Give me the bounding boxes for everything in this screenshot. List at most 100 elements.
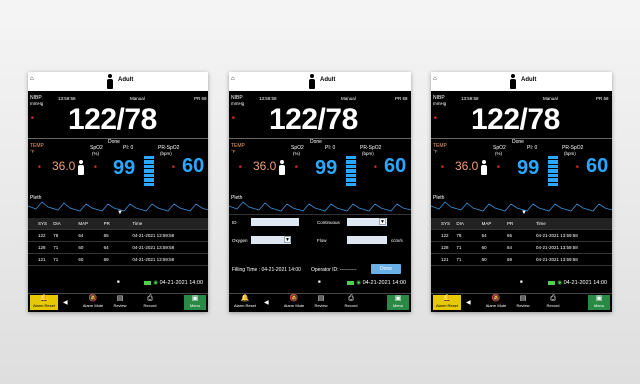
table-row[interactable]: 121 71 60 69 04-21-2021 13:59:58 [28, 254, 208, 266]
cell-map: 60 [481, 257, 487, 262]
table-row[interactable]: 121 71 60 69 04-21-2021 13:59:58 [431, 254, 612, 266]
cell-time: 04-21-2021 13:59:58 [132, 257, 175, 262]
top-bar: ⌂ Adult [229, 72, 411, 91]
alarm-indicator: ■ [31, 115, 34, 120]
cell-map: 64 [481, 233, 487, 238]
scroll-left-icon[interactable]: ◀ [466, 299, 471, 306]
table-row[interactable]: 122 78 64 65 04-21-2021 13:59:58 [28, 230, 208, 242]
page-indicator: ■ [520, 279, 523, 284]
mode-select-label: Continuous [317, 220, 340, 225]
temp-value: 36.0 [52, 159, 76, 173]
table-row[interactable]: 128 71 60 64 04-21-2021 13:59:58 [28, 242, 208, 254]
menu-button[interactable]: ▣ Menu [184, 295, 206, 310]
temp-value: 36.0 [253, 159, 277, 173]
pr-alarm-indicator: ■ [172, 164, 175, 169]
alarm-reset-button[interactable]: 🔔 Alarm Reset [30, 295, 58, 310]
id-label: ID [232, 220, 237, 225]
alarm-mute-button[interactable]: 🔕 Alarm Mute [282, 295, 306, 310]
header-time: Time [535, 221, 546, 226]
bottom-toolbar: 🔔 Alarm Reset ◀ 🔕 Alarm Mute ▤ Review ⎙ Reco… [229, 293, 411, 312]
bell-icon: 🔔 [442, 295, 452, 302]
flow-field[interactable] [347, 236, 387, 244]
record-button[interactable]: ⎙ Record [543, 295, 563, 310]
menu-button[interactable]: ▣ Menu [588, 295, 610, 310]
done-label: Done [310, 139, 322, 145]
alarm-reset-button[interactable]: 🔔 Alarm Reset [231, 295, 259, 310]
cell-dia: 71 [456, 245, 462, 250]
top-bar: ⌂ Adult [28, 72, 208, 91]
scroll-left-icon[interactable]: ◀ [264, 299, 269, 306]
spo2-value: 99 [113, 157, 136, 179]
prspo2-unit: (bpm) [160, 151, 172, 156]
cell-pr: 64 [103, 245, 109, 250]
expand-arrow-icon[interactable]: ▼ [117, 210, 123, 216]
cell-sys: 121 [38, 257, 46, 262]
cell-dia: 78 [456, 233, 462, 238]
header-map: MAP [481, 221, 492, 226]
menu-button[interactable]: ▣ Menu [387, 295, 409, 310]
monitor-screen-1: ⌂ Adult NIBP mmHg 13:59:58 Manual PR 68 … [28, 72, 208, 312]
id-field[interactable] [251, 218, 299, 226]
battery-icon [347, 280, 355, 285]
spo2-value: 99 [315, 157, 338, 179]
review-button[interactable]: ▤ Review [110, 295, 130, 310]
cell-sys: 128 [441, 245, 449, 250]
header-dia: DIA [53, 221, 61, 226]
cell-pr: 69 [506, 257, 512, 262]
sync-icon: ◉ [356, 280, 362, 286]
cell-pr: 65 [103, 233, 109, 238]
temp-unit: °F [30, 149, 35, 154]
operator-id-label: Operator ID: ---------- [311, 267, 357, 273]
nibp-unit: mmHg [30, 101, 44, 106]
body-temp-icon [78, 160, 84, 175]
bell-icon: 🔔 [39, 295, 49, 302]
cell-sys: 122 [38, 233, 46, 238]
temp-alarm-indicator: ■ [239, 164, 242, 169]
cell-pr: 64 [506, 245, 512, 250]
cell-sys: 122 [441, 233, 449, 238]
measure-time: 13:59:58 [259, 96, 277, 101]
cell-map: 60 [481, 245, 487, 250]
measure-time: 13:59:58 [461, 96, 479, 101]
pr-value: 60 [182, 155, 205, 177]
header-pr: PR [103, 221, 110, 226]
alarm-mute-button[interactable]: 🔕 Alarm Mute [484, 295, 508, 310]
measure-time: 13:59:58 [58, 96, 76, 101]
review-button[interactable]: ▤ Review [513, 295, 533, 310]
bed-icon: ⌂ [433, 76, 437, 82]
monitor-screen-2: ⌂ Adult NIBP mmHg 13:59:58 Manual PR 68 … [229, 72, 411, 312]
prspo2-unit: (bpm) [564, 151, 576, 156]
record-button[interactable]: ⎙ Record [341, 295, 361, 310]
prspo2-unit: (bpm) [362, 151, 374, 156]
mode-dropdown-icon[interactable]: ▼ [379, 218, 386, 225]
cell-sys: 128 [38, 245, 46, 250]
pr-label: PR 68 [194, 96, 207, 101]
table-row[interactable]: 122 78 64 65 04-21-2021 13:59:58 [431, 230, 612, 242]
body-temp-icon [279, 160, 285, 175]
pi-label: PI: 0 [123, 145, 134, 151]
alarm-mute-button[interactable]: 🔕 Alarm Mute [81, 295, 105, 310]
printer-icon: ⎙ [550, 295, 556, 302]
signal-bars [144, 156, 154, 186]
cell-dia: 71 [53, 257, 59, 262]
review-button[interactable]: ▤ Review [311, 295, 331, 310]
expand-arrow-icon[interactable]: ▼ [521, 210, 527, 216]
pr-value: 60 [586, 155, 609, 177]
nibp-unit: mmHg [433, 101, 447, 106]
record-button[interactable]: ⎙ Record [140, 295, 160, 310]
scroll-left-icon[interactable]: ◀ [63, 299, 68, 306]
oxygen-dropdown-icon[interactable]: ▼ [284, 236, 291, 243]
status-date: 04-21-2021 [362, 280, 391, 286]
temp-unit: °F [231, 149, 236, 154]
bed-icon: ⌂ [30, 76, 34, 82]
mute-icon: 🔕 [88, 295, 98, 302]
table-row[interactable]: 128 71 60 64 04-21-2021 13:59:58 [431, 242, 612, 254]
sync-icon: ◉ [153, 280, 159, 286]
review-icon: ▤ [116, 295, 124, 302]
alarm-reset-button[interactable]: 🔔 Alarm Reset [433, 295, 461, 310]
battery-icon [548, 280, 556, 285]
done-button[interactable]: Done [371, 264, 401, 274]
body-temp-icon [481, 160, 487, 175]
mute-icon: 🔕 [491, 295, 501, 302]
bp-value: 122/78 [68, 103, 157, 136]
